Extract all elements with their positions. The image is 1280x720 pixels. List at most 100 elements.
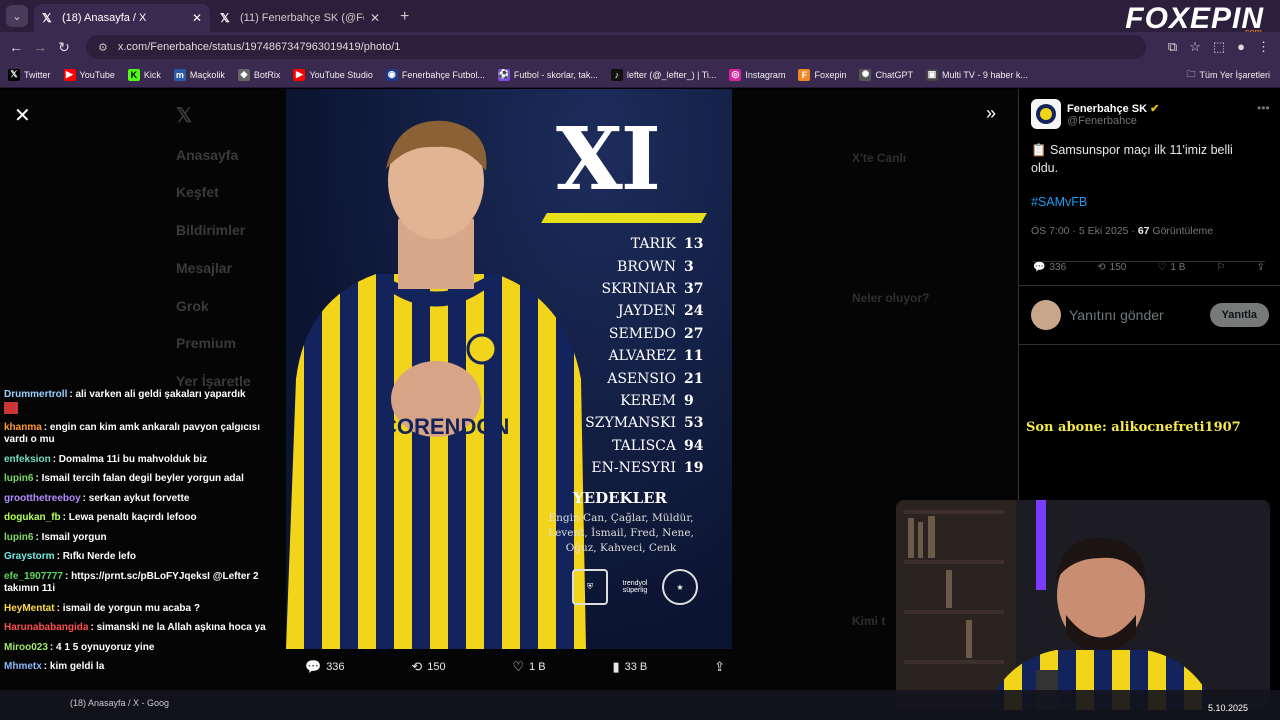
chat-message: lupin6: Ismail yorgun	[4, 531, 107, 543]
share-button[interactable]: ⇪	[1257, 262, 1265, 273]
tab-fenerbahce[interactable]: 𝕏 (11) Fenerbahçe SK (@Fenerba ✕	[212, 4, 388, 32]
chat-text: simanski ne la Allah aşkına hoca ya	[96, 622, 266, 634]
extensions-icon[interactable]: ⬚	[1213, 39, 1225, 55]
bookmark-item[interactable]: K Kick	[127, 68, 161, 81]
bookmark-item[interactable]: ▣ Multi TV - 9 haber k...	[926, 68, 1028, 81]
webcam-feed	[896, 500, 1270, 710]
profile-avatar[interactable]: ●	[1237, 39, 1245, 55]
share-button[interactable]: ⇪	[714, 659, 725, 675]
repost-button[interactable]: ⟲ 150	[411, 659, 445, 675]
last-subscriber-overlay: Son abone: alikocnefreti1907	[1026, 420, 1241, 435]
chat-username: grootthetreeboy	[4, 492, 81, 504]
bookmark-item[interactable]: F Foxepin	[798, 68, 846, 81]
player-name: ALVAREZ	[608, 348, 676, 365]
chat-username: efe_1907777	[4, 570, 63, 582]
repost-icon: ⟲	[1097, 262, 1106, 273]
all-bookmarks-label: Tüm Yer İşaretleri	[1199, 69, 1270, 80]
player-number: 21	[684, 370, 704, 387]
all-bookmarks-button[interactable]: 🗀 Tüm Yer İşaretleri	[1186, 67, 1270, 83]
bookmark-item[interactable]: ✺ ChatGPT	[859, 68, 913, 81]
repost-icon: ⟲	[411, 659, 423, 674]
author-handle[interactable]: @Fenerbahce	[1067, 115, 1159, 127]
fenerbahce-avatar[interactable]	[1031, 99, 1061, 129]
bg-heading: Kimi t	[852, 614, 886, 628]
tab-search-button[interactable]: ⌄	[6, 5, 28, 27]
chat-username: enfeksion	[4, 453, 51, 465]
x-logo-icon: 𝕏	[176, 105, 193, 127]
bookmark-item[interactable]: 𝕏 Twitter	[8, 68, 51, 81]
tab-label: (11) Fenerbahçe SK (@Fenerba	[240, 12, 364, 24]
chat-message: grootthetreeboy: serkan aykut forvette	[4, 492, 190, 504]
lightning-bolt-decoration	[541, 213, 707, 223]
author-display-name[interactable]: Fenerbahçe SK	[1067, 103, 1147, 115]
lineup-row: SEMEDO 27	[556, 323, 706, 345]
verified-badge-icon: ✔	[1150, 102, 1160, 115]
bookmark-item[interactable]: ◆ BotRix	[237, 68, 280, 81]
bookmark-star-icon[interactable]: ☆	[1189, 39, 1201, 55]
like-button[interactable]: ♡ 1 B	[512, 659, 545, 675]
tab-strip: ⌄ 𝕏 (18) Anasayfa / X ✕ 𝕏 (11) Fenerbahç…	[0, 0, 1280, 32]
repost-button[interactable]: ⟲ 150	[1097, 262, 1126, 273]
fenerbahce-icon: ◉	[385, 68, 398, 81]
taskbar-window-label[interactable]: (18) Anasayfa / X - Goog	[70, 698, 169, 708]
taskbar-date: 5.10.2025	[1208, 703, 1249, 713]
reply-submit-button[interactable]: Yanıtla	[1209, 303, 1269, 327]
bookmark-item[interactable]: ▶ YouTube	[63, 68, 115, 81]
fenerbahce-crest-icon: ★	[662, 569, 698, 605]
install-app-icon[interactable]: ⧉	[1168, 39, 1177, 55]
address-toolbar: ← → ↻ ⚙ x.com/Fenerbahce/status/19748673…	[0, 32, 1280, 62]
reply-input[interactable]: Yanıtını gönder	[1069, 307, 1210, 323]
back-button[interactable]: ←	[4, 39, 28, 55]
chat-text: Ismail tercih falan degil beyler yorgun …	[41, 473, 244, 485]
chat-message: efe_1907777: https://prnt.sc/pBLoFYJqeks…	[4, 570, 259, 595]
reply-button[interactable]: 💬 336	[305, 659, 345, 675]
repost-count: 150	[427, 661, 446, 673]
browser-menu-icon[interactable]: ⋮	[1257, 39, 1270, 55]
chat-message: Miroo023: 4 1 5 oynuyoruz yine	[4, 641, 155, 653]
bookmark-item[interactable]: ♪ lefter (@_lefter_) | Ti...	[610, 68, 716, 81]
lineup-row: EN-NESYRI 19	[556, 457, 706, 479]
reload-button[interactable]: ↻	[52, 39, 76, 56]
chat-text: Domalma 11i bu mahvolduk biz	[58, 453, 208, 465]
bookmark-label: YouTube Studio	[309, 69, 373, 80]
bookmark-item[interactable]: ◎ Instagram	[729, 68, 785, 81]
tweet-timestamp[interactable]: ÖS 7:00 · 5 Eki 2025 ·	[1031, 225, 1135, 237]
chatgpt-icon: ✺	[859, 68, 872, 81]
chat-username: Drummertroll	[4, 389, 68, 400]
close-tab-icon[interactable]: ✕	[370, 11, 380, 25]
bookmark-item[interactable]: m Maçkolik	[173, 68, 225, 81]
lineup-row: KEREM 9	[556, 390, 706, 412]
reply-count: 336	[1049, 262, 1067, 273]
chat-emote-icon	[4, 401, 18, 414]
new-tab-button[interactable]: +	[400, 8, 409, 26]
hashtag-link[interactable]: #SAMvFB	[1031, 195, 1087, 209]
url-bar[interactable]: ⚙ x.com/Fenerbahce/status/19748673479630…	[86, 35, 1146, 59]
player-name: JAYDEN	[617, 303, 676, 320]
site-info-icon[interactable]: ⚙	[98, 41, 108, 54]
forward-button[interactable]: →	[28, 39, 52, 55]
chat-message: lupin6: Ismail tercih falan degil beyler…	[4, 473, 244, 485]
expand-panel-icon[interactable]: »	[986, 103, 996, 124]
chat-message: dogukan_fb: Lewa penaltı kaçırdı lefooo	[4, 512, 197, 524]
tweet-author[interactable]: Fenerbahçe SK ✔ @Fenerbahce	[1031, 99, 1159, 129]
tab-anasayfa[interactable]: 𝕏 (18) Anasayfa / X ✕	[34, 4, 210, 32]
tweet-actions: 💬 336 ⟲ 150 ♡ 1 B ⚐ ⇪	[1033, 261, 1265, 273]
bookmark-button[interactable]: ⚐	[1217, 262, 1226, 273]
close-icon[interactable]: ✕	[14, 103, 31, 128]
chat-text: Ismail yorgun	[41, 531, 107, 543]
reply-button[interactable]: 💬 336	[1033, 262, 1066, 273]
nav-item: Mesajlar	[176, 260, 233, 276]
lineup-row: ASENSIO 21	[556, 367, 706, 389]
substitutes-line: Levent, İsmail, Fred, Nene,	[548, 527, 694, 539]
views-button[interactable]: ▮ 33 B	[612, 659, 647, 675]
close-tab-icon[interactable]: ✕	[192, 11, 202, 25]
bookmark-item[interactable]: ◉ Fenerbahçe Futbol...	[385, 68, 485, 81]
chat-message: HeyMentat: ismail de yorgun mu acaba ?	[4, 602, 200, 614]
tab-label: (18) Anasayfa / X	[62, 12, 147, 24]
bookmark-item[interactable]: ▶ YouTube Studio	[293, 68, 373, 81]
like-button[interactable]: ♡ 1 B	[1157, 262, 1185, 273]
bookmark-label: Fenerbahçe Futbol...	[401, 69, 485, 80]
more-options-icon[interactable]: •••	[1257, 101, 1270, 115]
substitutes-list: Engin Can, Çağlar, Müldür, Levent, İsmai…	[536, 511, 706, 556]
bookmark-item[interactable]: ⚽ Futbol - skorlar, tak...	[497, 68, 598, 81]
